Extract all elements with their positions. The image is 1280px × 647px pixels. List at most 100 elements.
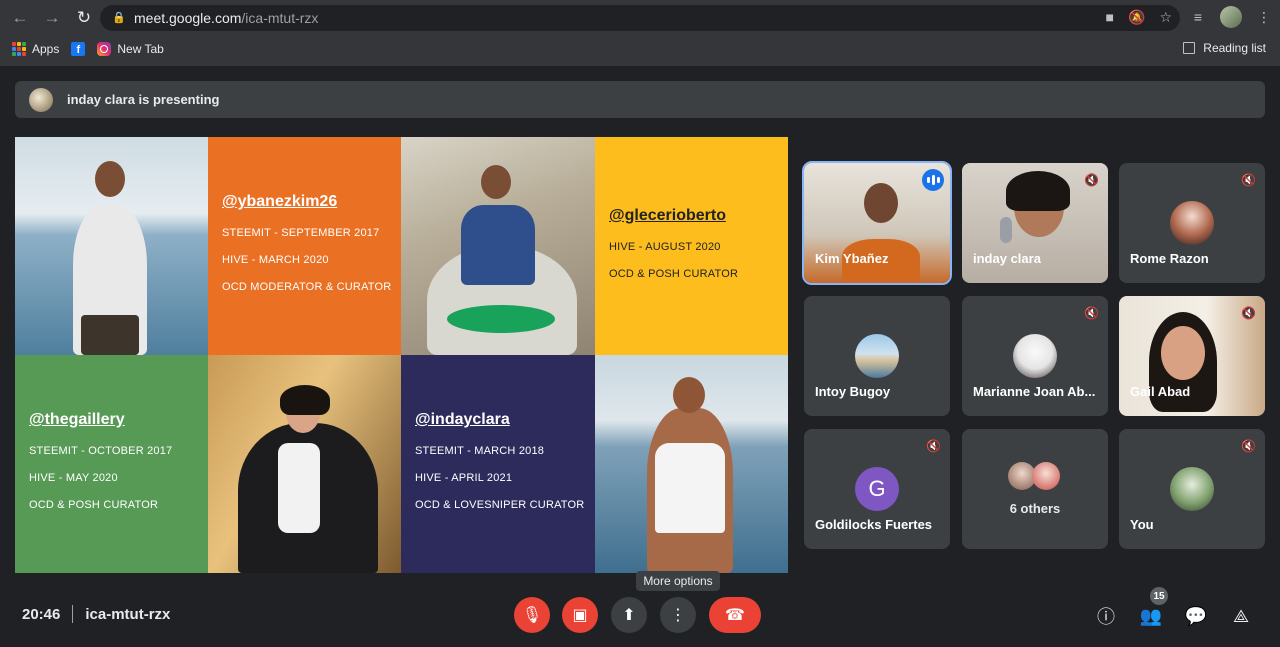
presenting-banner: inday clara is presenting [15,81,1265,118]
notifications-off-icon[interactable]: 🔕 [1128,9,1145,26]
participant-name: Intoy Bugoy [815,384,891,399]
card-line: STEEMIT - OCTOBER 2017 [29,445,173,457]
star-icon[interactable]: ☆ [1159,9,1172,26]
show-everyone-button[interactable]: 👥 [1137,602,1165,630]
lock-icon: 🔒 [112,12,126,24]
bookmark-new-tab[interactable]: New Tab [97,42,164,56]
others-label: 6 others [1009,501,1061,516]
card-glecerioberto: @glecerioberto HIVE - AUGUST 2020 OCD & … [595,137,788,355]
meeting-info: 20:46 ica-mtut-rzx [22,605,170,623]
address-bar[interactable]: 🔒 meet.google.com/ica-mtut-rzx ■ 🔕 ☆ [100,5,1180,31]
participant-name: Kim Ybañez [815,251,889,266]
card-line: HIVE - MARCH 2020 [222,254,329,266]
card-handle: @indayclara [415,411,510,428]
url-path: /ica-mtut-rzx [241,10,319,26]
bottom-bar: 20:46 ica-mtut-rzx 🎙 ▣ ⬆ ⋮ ☎ ⓘ 👥 💬 ⟁ [0,584,1280,647]
card-line: OCD & POSH CURATOR [29,499,159,511]
mic-off-icon: 🔇 [1241,173,1256,187]
reading-list-label: Reading list [1203,41,1266,55]
participant-name: You [1130,517,1154,532]
media-queue-icon[interactable]: ≡ [1188,7,1208,27]
photo-woman-blazer [208,355,401,573]
leave-call-button[interactable]: ☎ [709,597,761,633]
card-handle: @thegaillery [29,411,125,428]
card-line: HIVE - MAY 2020 [29,472,118,484]
info-icon: ⓘ [1097,607,1115,627]
participant-avatar [1013,334,1057,378]
mic-off-icon: 🔇 [926,439,941,453]
reading-list-button[interactable]: Reading list [1183,41,1266,55]
camera-toggle-button[interactable]: ▣ [562,597,598,633]
presenter-avatar [29,87,53,112]
present-now-button[interactable]: ⬆ [611,597,647,633]
card-line: OCD & LOVESNIPER CURATOR [415,499,585,511]
apps-grid-icon [12,42,26,56]
activities-icon: ⟁ [1232,605,1250,626]
participant-tile[interactable]: 🔇 Marianne Joan Ab... [962,296,1108,416]
bookmark-facebook[interactable]: f [71,42,86,56]
browser-toolbar: ← → ↻ 🔒 meet.google.com/ica-mtut-rzx ■ 🔕… [0,0,1280,36]
card-indayclara: @indayclara STEEMIT - MARCH 2018 HIVE - … [401,355,595,573]
participant-tile[interactable]: G 🔇 Goldilocks Fuertes [804,429,950,549]
instagram-icon [97,42,112,56]
participant-tile[interactable]: Kim Ybañez [802,161,952,285]
participant-tile[interactable]: 🔇 Gail Abad [1119,296,1265,416]
mic-off-icon: 🔇 [1241,439,1256,453]
photo-woman-beach [595,355,788,573]
hang-up-icon: ☎ [725,607,745,624]
participant-name: Marianne Joan Ab... [973,384,1096,399]
photo-man-chair [401,137,595,355]
participant-name: Rome Razon [1130,251,1209,266]
participant-initial-avatar: G [855,467,899,511]
mic-off-icon: 🔇 [1084,306,1099,320]
activities-button[interactable]: ⟁ [1227,602,1255,630]
bookmark-apps[interactable]: Apps [12,42,59,56]
mic-toggle-button[interactable]: 🎙 [514,597,550,633]
self-tile[interactable]: 🔇 You [1119,429,1265,549]
card-thegaillery: @thegaillery STEEMIT - OCTOBER 2017 HIVE… [15,355,208,573]
speaking-indicator-icon [922,169,944,191]
participant-tile[interactable]: 🔇 inday clara [962,163,1108,283]
profile-avatar[interactable] [1220,6,1242,28]
divider [72,605,74,623]
meeting-details-button[interactable]: ⓘ [1092,602,1120,630]
others-avatars [1006,462,1066,492]
participant-avatar [1170,467,1214,511]
reading-list-icon [1183,42,1196,54]
mic-off-icon: 🎙 [521,607,543,624]
clock-time: 20:46 [22,605,61,623]
forward-button[interactable]: → [40,6,64,30]
participant-name: Goldilocks Fuertes [815,517,933,532]
meeting-code: ica-mtut-rzx [85,605,171,623]
more-vert-icon: ⋮ [670,607,686,624]
menu-icon[interactable]: ⋮ [1254,7,1274,27]
participant-tile[interactable]: 🔇 Rome Razon [1119,163,1265,283]
bookmarks-bar: Apps f New Tab [0,36,1280,62]
camera-icon[interactable]: ■ [1106,9,1114,26]
chat-button[interactable]: 💬 [1182,602,1210,630]
camera-off-icon: ▣ [572,607,588,624]
card-line: OCD MODERATOR & CURATOR [222,281,392,293]
url-host: meet.google.com [134,10,242,26]
present-screen-icon: ⬆ [622,607,636,624]
card-line: HIVE - AUGUST 2020 [609,241,721,253]
participant-tile[interactable]: Intoy Bugoy [804,296,950,416]
more-options-button[interactable]: ⋮ [660,597,696,633]
chat-icon: 💬 [1184,605,1208,626]
card-line: OCD & POSH CURATOR [609,268,739,280]
back-button[interactable]: ← [8,6,32,30]
participant-avatar [855,334,899,378]
card-line: STEEMIT - SEPTEMBER 2017 [222,227,380,239]
bookmark-label: New Tab [117,42,164,56]
others-tile[interactable]: 6 others [962,429,1108,549]
bookmark-label: Apps [32,42,60,56]
card-ybanezkim26: @ybanezkim26 STEEMIT - SEPTEMBER 2017 HI… [208,137,401,355]
card-line: HIVE - APRIL 2021 [415,472,513,484]
participant-name: Gail Abad [1130,384,1191,399]
presentation-slide: @ybanezkim26 STEEMIT - SEPTEMBER 2017 HI… [15,137,788,573]
participant-name: inday clara [973,251,1041,266]
participant-avatar [1170,201,1214,245]
card-handle: @ybanezkim26 [222,193,338,210]
reload-button[interactable]: ↻ [72,6,96,30]
photo-man-shore [15,137,208,355]
